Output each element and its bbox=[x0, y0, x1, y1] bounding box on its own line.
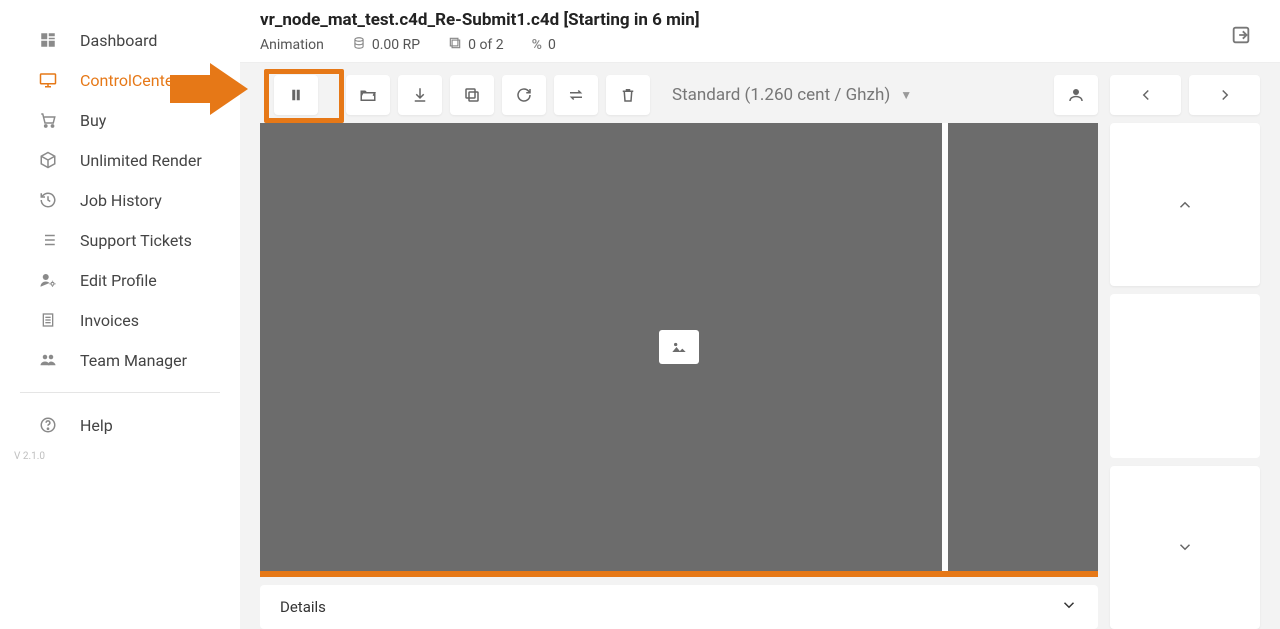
pricing-dropdown[interactable]: Standard (1.260 cent / Ghzh) ▼ bbox=[658, 75, 926, 115]
job-toolbar: Standard (1.260 cent / Ghzh) ▼ bbox=[260, 75, 1098, 115]
right-panel bbox=[1110, 75, 1260, 629]
percent-complete: % 0 bbox=[532, 37, 556, 53]
expand-down-button[interactable] bbox=[1110, 466, 1260, 629]
sidebar-item-editprofile[interactable]: Edit Profile bbox=[0, 260, 240, 300]
job-header: vr_node_mat_test.c4d_Re-Submit1.c4d [Sta… bbox=[240, 0, 1280, 63]
sidebar-item-label: Job History bbox=[80, 191, 162, 210]
main: vr_node_mat_test.c4d_Re-Submit1.c4d [Sta… bbox=[240, 0, 1280, 629]
monitor-icon bbox=[36, 71, 60, 89]
delete-button[interactable] bbox=[606, 75, 650, 115]
sidebar-item-label: Help bbox=[80, 416, 113, 435]
download-button[interactable] bbox=[398, 75, 442, 115]
version-label: V 2.1.0 bbox=[0, 445, 240, 468]
sidebar-item-teammanager[interactable]: Team Manager bbox=[0, 340, 240, 380]
sidebar-item-invoices[interactable]: Invoices bbox=[0, 300, 240, 340]
coins-icon bbox=[352, 36, 366, 54]
percent-icon: % bbox=[532, 37, 542, 53]
help-icon bbox=[36, 416, 60, 434]
dashboard-icon bbox=[36, 31, 60, 49]
list-icon bbox=[36, 231, 60, 249]
sidebar-item-dashboard[interactable]: Dashboard bbox=[0, 20, 240, 60]
open-folder-button[interactable] bbox=[346, 75, 390, 115]
sidebar-item-label: Edit Profile bbox=[80, 271, 157, 290]
copy-button[interactable] bbox=[450, 75, 494, 115]
preview-divider bbox=[942, 123, 948, 571]
sidebar-item-controlcenter[interactable]: ControlCenter bbox=[0, 60, 240, 100]
frames-count: 0 of 2 bbox=[448, 36, 504, 54]
job-type: Animation bbox=[260, 37, 324, 53]
sidebar-item-label: Team Manager bbox=[80, 351, 187, 370]
user-gear-icon bbox=[36, 271, 60, 289]
sidebar-item-jobhistory[interactable]: Job History bbox=[0, 180, 240, 220]
file-icon bbox=[36, 311, 60, 329]
sidebar-item-support[interactable]: Support Tickets bbox=[0, 220, 240, 260]
sidebar-item-label: Buy bbox=[80, 111, 106, 130]
pause-button[interactable] bbox=[274, 75, 318, 115]
sidebar-item-help[interactable]: Help bbox=[0, 405, 240, 445]
next-button[interactable] bbox=[1189, 75, 1260, 115]
sidebar-item-unlimited[interactable]: Unlimited Render bbox=[0, 140, 240, 180]
right-panel-body bbox=[1110, 294, 1260, 457]
image-placeholder-icon bbox=[659, 330, 699, 364]
sidebar: Dashboard ControlCenter Buy Unlimited Re… bbox=[0, 0, 240, 629]
sidebar-item-label: Unlimited Render bbox=[80, 151, 202, 170]
collapse-up-button[interactable] bbox=[1110, 123, 1260, 286]
cube-icon bbox=[36, 151, 60, 169]
sidebar-item-label: Dashboard bbox=[80, 31, 157, 50]
render-points: 0.00 RP bbox=[352, 36, 420, 54]
preview-area bbox=[260, 123, 1098, 577]
frames-icon bbox=[448, 36, 462, 54]
team-icon bbox=[36, 351, 60, 369]
swap-button[interactable] bbox=[554, 75, 598, 115]
prev-button[interactable] bbox=[1110, 75, 1181, 115]
cart-icon bbox=[36, 111, 60, 129]
sidebar-item-label: Invoices bbox=[80, 311, 139, 330]
history-icon bbox=[36, 191, 60, 209]
refresh-button[interactable] bbox=[502, 75, 546, 115]
sidebar-item-buy[interactable]: Buy bbox=[0, 100, 240, 140]
chevron-down-icon: ▼ bbox=[900, 88, 912, 102]
chevron-down-icon bbox=[1060, 596, 1078, 618]
sidebar-item-label: Support Tickets bbox=[80, 231, 192, 250]
details-toggle[interactable]: Details bbox=[260, 585, 1098, 629]
user-button[interactable] bbox=[1054, 75, 1098, 115]
job-title: vr_node_mat_test.c4d_Re-Submit1.c4d [Sta… bbox=[260, 10, 1260, 30]
logout-icon[interactable] bbox=[1230, 24, 1252, 50]
sidebar-separator bbox=[20, 392, 220, 393]
sidebar-item-label: ControlCenter bbox=[80, 71, 179, 90]
